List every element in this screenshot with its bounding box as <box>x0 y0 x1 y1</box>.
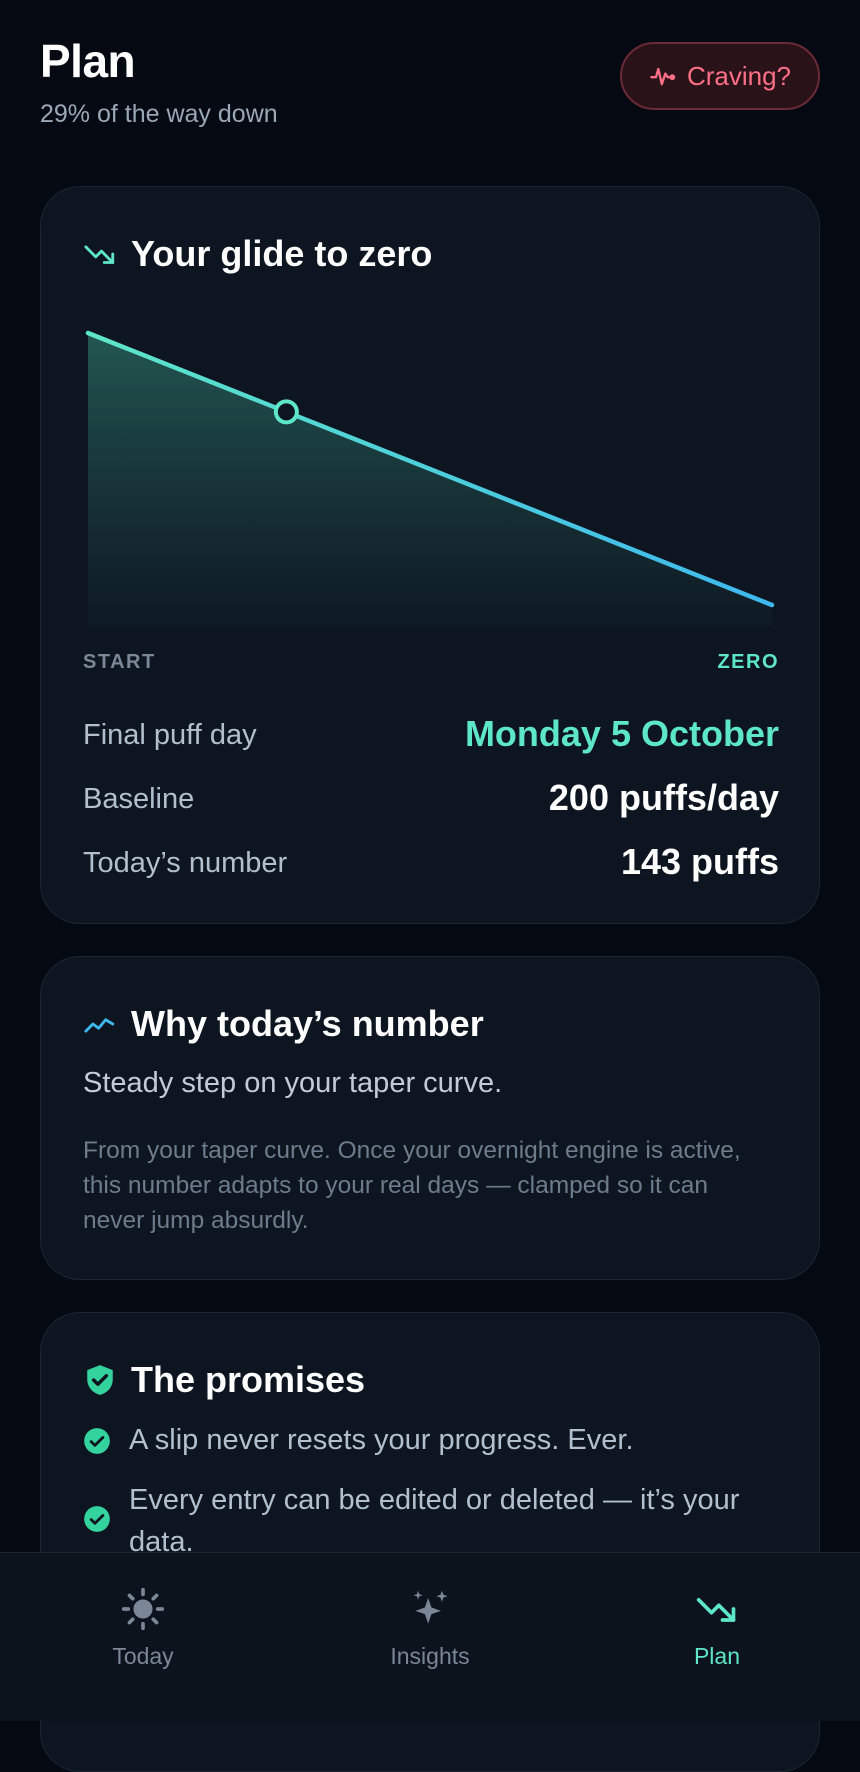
sparkles-icon <box>413 1590 448 1624</box>
page-header: Plan 29% of the way down Craving? <box>40 30 820 130</box>
stat-label: Final puff day <box>83 719 257 751</box>
nav-item-insights[interactable]: Insights <box>330 1587 530 1670</box>
sun-icon <box>121 1587 165 1631</box>
stat-label: Today’s number <box>83 847 288 879</box>
todays-number-row: Today’s number 143 puffs <box>83 839 779 889</box>
today-marker <box>273 399 299 425</box>
bottom-nav: Today Insights Plan <box>0 1552 860 1721</box>
promise-text: A slip never resets your progress. Ever. <box>129 1424 634 1456</box>
final-puff-day-row: Final puff day Monday 5 October <box>83 711 779 761</box>
shield-check-icon <box>87 1365 113 1395</box>
nav-item-plan[interactable]: Plan <box>617 1587 817 1670</box>
check-circle-icon <box>84 1506 110 1532</box>
pulse-icon <box>650 67 676 86</box>
nav-label: Plan <box>693 1643 741 1669</box>
baseline-value: 200 puffs/day <box>548 777 779 818</box>
promise-item: Every entry can be edited or deleted — i… <box>83 1479 779 1563</box>
nav-label: Insights <box>390 1643 470 1669</box>
craving-button[interactable]: Craving? <box>620 42 820 110</box>
promise-item: A slip never resets your progress. Ever. <box>83 1419 779 1461</box>
check-circle-icon <box>84 1428 110 1454</box>
taper-area <box>88 333 772 627</box>
axis-end-label: ZERO <box>717 651 779 673</box>
why-title: Why today’s number <box>131 1003 484 1044</box>
promises-title: The promises <box>131 1359 366 1400</box>
why-lead: Steady step on your taper curve. <box>83 1067 503 1099</box>
progress-subtitle: 29% of the way down <box>40 100 278 128</box>
why-card: Why today’s number Steady step on your t… <box>40 956 820 1280</box>
craving-label: Craving? <box>686 60 792 91</box>
page-title: Plan <box>40 35 136 87</box>
axis-start-label: START <box>83 651 156 673</box>
nav-item-today[interactable]: Today <box>43 1587 243 1670</box>
taper-chart <box>85 330 775 627</box>
final-puff-day-value: Monday 5 October <box>464 713 779 754</box>
trending-down-icon <box>696 1598 736 1622</box>
promise-text: Every entry can be edited or deleted — i… <box>129 1484 740 1558</box>
baseline-row: Baseline 200 puffs/day <box>83 775 779 825</box>
nav-label: Today <box>112 1643 174 1669</box>
stat-label: Baseline <box>83 783 195 815</box>
trending-up-icon <box>84 1018 115 1033</box>
glide-card: Your glide to zero START ZERO Final puff… <box>40 186 820 924</box>
todays-number-value: 143 puffs <box>620 841 779 882</box>
why-body: From your taper curve. Once your overnig… <box>83 1137 741 1234</box>
